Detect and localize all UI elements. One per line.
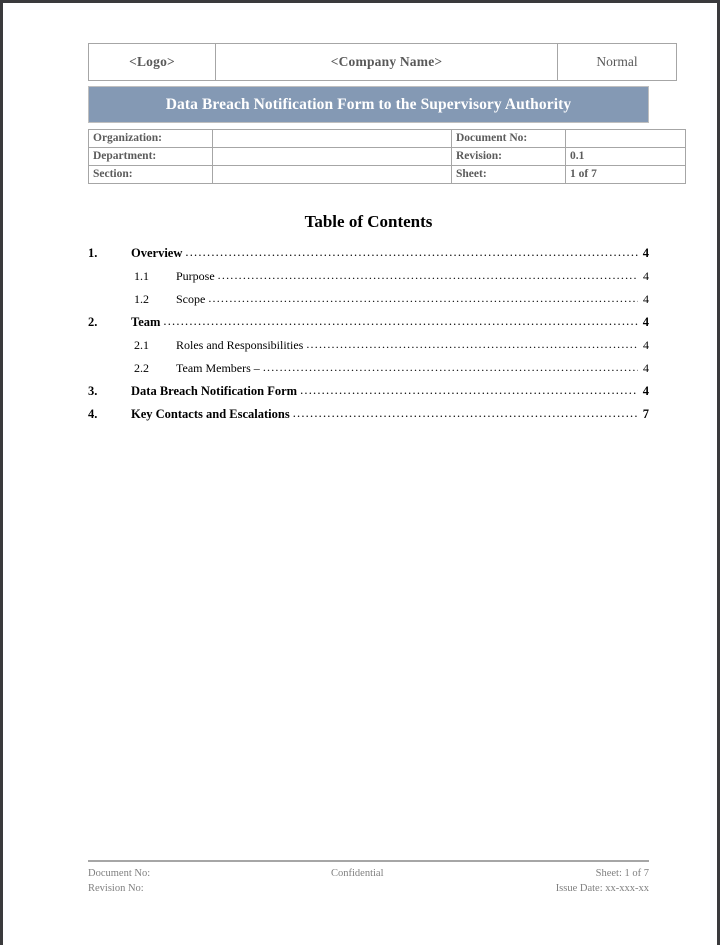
sheet-value[interactable]: 1 of 7 [565, 165, 686, 184]
organization-value[interactable] [212, 129, 452, 148]
sheet-label: Sheet: [451, 165, 566, 184]
toc-entry-page-number: 4 [642, 315, 649, 329]
document-title-banner: Data Breach Notification Form to the Sup… [88, 86, 649, 123]
document-no-label: Document No: [451, 129, 566, 148]
document-status-cell: Normal [557, 43, 677, 81]
toc-entry-page-number: 7 [642, 407, 649, 421]
toc-leader-dots: ........................................… [163, 314, 638, 328]
toc-entry-title: Team [131, 315, 161, 329]
revision-label: Revision: [451, 147, 566, 166]
logo-placeholder-cell: <Logo> [88, 43, 216, 81]
toc-entry-page-number: 4 [643, 269, 649, 283]
toc-entry[interactable]: 3. Data Breach Notification Form.........… [88, 383, 649, 407]
document-title-text: Data Breach Notification Form to the Sup… [165, 95, 572, 113]
footer-divider [88, 860, 649, 862]
table-of-contents-list: 1. Overview..............................… [88, 245, 649, 430]
footer-document-no: Document No: [88, 868, 151, 879]
toc-entry-title: Purpose [176, 269, 215, 283]
toc-entry-number: 2.2 [134, 361, 149, 375]
toc-entry-title: Roles and Responsibilities [176, 338, 304, 352]
toc-entry-number: 4. [88, 407, 98, 421]
table-of-contents-heading: Table of Contents [304, 212, 433, 231]
section-label: Section: [88, 165, 213, 184]
revision-value[interactable]: 0.1 [565, 147, 686, 166]
header-identity-table: <Logo> <Company Name> Normal [88, 43, 677, 81]
toc-leader-dots: ........................................… [292, 406, 638, 420]
footer-right-block: Sheet: 1 of 7 Issue Date: xx-xxx-xx [556, 866, 649, 896]
toc-leader-dots: ........................................… [217, 268, 638, 282]
document-page: <Logo> <Company Name> Normal Data Breach… [0, 0, 720, 945]
toc-entry-number: 2. [88, 315, 98, 329]
toc-entry[interactable]: 1.2 Scope................................… [88, 291, 649, 315]
toc-entry[interactable]: 1. Overview..............................… [88, 245, 649, 269]
toc-entry[interactable]: 1.1 Purpose..............................… [88, 268, 649, 292]
toc-leader-dots: ........................................… [208, 291, 638, 305]
toc-entry-page-number: 4 [643, 338, 649, 352]
toc-entry-number: 1.1 [134, 269, 149, 283]
table-row: <Logo> <Company Name> Normal [88, 43, 677, 81]
section-value[interactable] [212, 165, 452, 184]
toc-entry-number: 2.1 [134, 338, 149, 352]
footer-center-block: Confidential [331, 866, 384, 881]
toc-entry-page-number: 4 [642, 384, 649, 398]
toc-entry-page-number: 4 [643, 361, 649, 375]
toc-entry-title: Overview [131, 246, 183, 260]
company-name-cell: <Company Name> [215, 43, 558, 81]
table-row: Department: Revision: 0.1 [88, 147, 686, 166]
footer-sheet: Sheet: 1 of 7 [595, 868, 649, 879]
toc-entry-title: Key Contacts and Escalations [131, 407, 290, 421]
toc-entry-number: 1. [88, 246, 98, 260]
organization-label: Organization: [88, 129, 213, 148]
toc-entry-title: Team Members – [176, 361, 260, 375]
toc-leader-dots: ........................................… [306, 337, 638, 351]
toc-leader-dots: ........................................… [262, 360, 638, 374]
toc-leader-dots: ........................................… [300, 383, 638, 397]
toc-entry[interactable]: 2.2 Team Members –.......................… [88, 360, 649, 384]
toc-entry-title: Data Breach Notification Form [131, 384, 298, 398]
toc-entry[interactable]: 4. Key Contacts and Escalations..........… [88, 406, 649, 430]
toc-entry[interactable]: 2. Team..................................… [88, 314, 649, 338]
page-footer: Document No: Revision No: Confidential S… [88, 860, 649, 894]
department-label: Department: [88, 147, 213, 166]
footer-confidentiality-label: Confidential [331, 868, 384, 879]
toc-entry-number: 3. [88, 384, 98, 398]
footer-issue-date: Issue Date: xx-xxx-xx [555, 883, 649, 894]
footer-left-block: Document No: Revision No: [88, 866, 150, 896]
toc-entry-page-number: 4 [642, 246, 649, 260]
table-row: Organization: Document No: [88, 129, 686, 148]
toc-entry-page-number: 4 [643, 292, 649, 306]
toc-entry-number: 1.2 [134, 292, 149, 306]
document-no-value[interactable] [565, 129, 686, 148]
footer-revision-no: Revision No: [88, 883, 144, 894]
toc-entry-title: Scope [176, 292, 206, 306]
toc-leader-dots: ........................................… [185, 245, 638, 259]
document-metadata-table: Organization: Document No: Department: R… [88, 129, 686, 184]
table-row: Section: Sheet: 1 of 7 [88, 165, 686, 184]
department-value[interactable] [212, 147, 452, 166]
toc-entry[interactable]: 2.1 Roles and Responsibilities...........… [88, 337, 649, 361]
